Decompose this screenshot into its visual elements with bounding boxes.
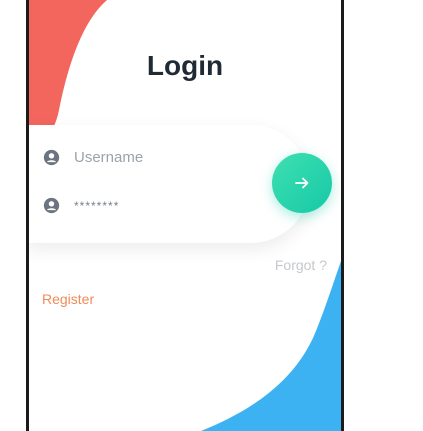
register-link[interactable]: Register [42, 291, 94, 307]
password-field[interactable]: ******** [43, 197, 119, 214]
username-input[interactable]: Username [74, 149, 143, 166]
arrow-right-icon [295, 177, 309, 189]
decorative-blue-blob [201, 261, 341, 431]
person-circle-icon [43, 197, 60, 214]
username-field[interactable]: Username [43, 149, 143, 166]
login-submit-button[interactable] [272, 153, 332, 213]
login-screen: Login Username ******** Forgot ? Registe… [26, 0, 344, 431]
login-form-card: Username ******** [29, 125, 310, 243]
person-circle-icon [43, 149, 60, 166]
password-input[interactable]: ******** [74, 199, 119, 213]
page-title: Login [146, 50, 224, 81]
forgot-password-link[interactable]: Forgot ? [275, 257, 327, 273]
